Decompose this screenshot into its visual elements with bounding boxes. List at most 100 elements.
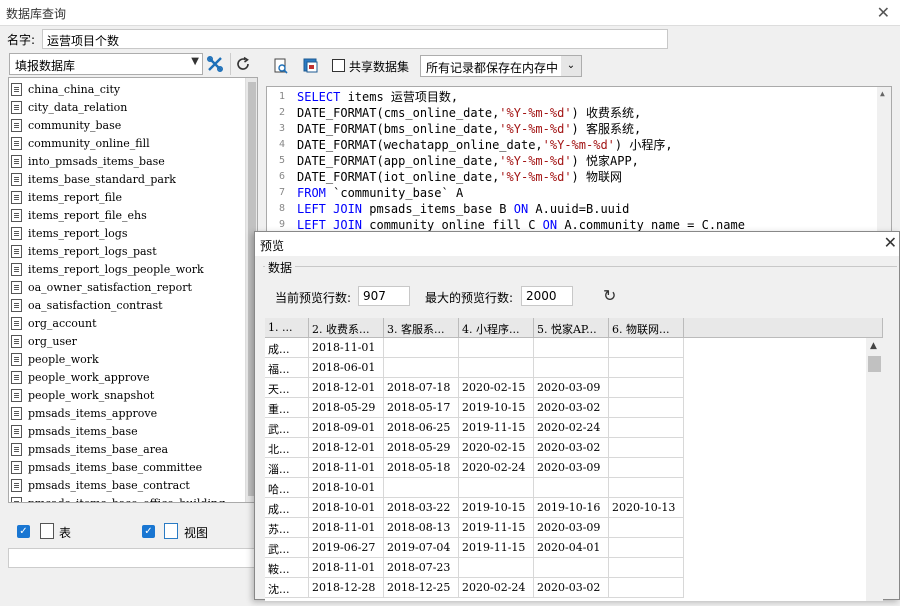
preview-title-bar: 预览 ✕ (255, 232, 899, 256)
current-rows-input[interactable]: 907 (358, 286, 410, 306)
close-icon[interactable]: ✕ (877, 3, 890, 22)
sql-text: ) 物联网 (571, 170, 622, 184)
grid-cell (534, 338, 609, 358)
name-input[interactable]: 运营项目个数 (42, 29, 668, 49)
table-icon (11, 352, 22, 366)
grid-cell: 淄... (265, 458, 309, 478)
object-type-filters: ✓ 表 ✓ 视图 (8, 517, 258, 547)
filter-input[interactable] (8, 548, 258, 568)
table-name: items_report_file_ehs (28, 208, 147, 222)
table-list-item[interactable]: pmsads_items_base_committee (11, 458, 245, 476)
parameter-icon[interactable] (300, 55, 322, 77)
table-list-item[interactable]: items_report_logs (11, 224, 245, 242)
sql-text: DATE_FORMAT(iot_online_date, (297, 170, 500, 184)
grid-cell: 沈... (265, 578, 309, 598)
grid-scrollbar[interactable]: ▲ (866, 338, 883, 601)
table-list-item[interactable]: community_online_fill (11, 134, 245, 152)
table-list-item[interactable]: community_base (11, 116, 245, 134)
line-number: 7 (278, 187, 285, 198)
grid-cell (609, 358, 684, 378)
chevron-down-icon: ⌄ (561, 56, 581, 76)
table-list-item[interactable]: pmsads_items_base (11, 422, 245, 440)
grid-cell: 2020-03-02 (534, 578, 609, 598)
sql-text: ) 小程序, (614, 138, 673, 152)
sql-text: ) 收费系统, (571, 106, 642, 120)
table-list-item[interactable]: pmsads_items_base_contract (11, 476, 245, 494)
grid-cell: 2020-02-15 (459, 378, 534, 398)
header-filler (684, 318, 883, 338)
table-list-item[interactable]: people_work_approve (11, 368, 245, 386)
table-name: people_work_snapshot (28, 388, 155, 402)
grid-cell: 2019-10-15 (459, 498, 534, 518)
sql-code: DATE_FORMAT(wechatapp_online_date,'%Y-%m… (297, 137, 673, 153)
table-list-item[interactable]: pmsads_items_approve (11, 404, 245, 422)
preview-icon[interactable] (270, 55, 292, 77)
table-name: city_data_relation (28, 100, 128, 114)
grid-cell: 2018-05-29 (384, 438, 459, 458)
table-list-item[interactable]: items_report_file_ehs (11, 206, 245, 224)
column-header[interactable]: 6. 物联网... (609, 318, 684, 338)
tables-checkbox[interactable]: ✓ (17, 525, 30, 538)
table-list-item[interactable]: items_report_logs_past (11, 242, 245, 260)
column-header[interactable]: 4. 小程序... (459, 318, 534, 338)
grid-cell: 2018-12-01 (309, 378, 384, 398)
table-icon (11, 262, 22, 276)
title-bar: 数据库查询 ✕ (0, 0, 900, 26)
refresh-icon[interactable]: ↻ (603, 286, 616, 305)
table-list-item[interactable]: city_data_relation (11, 98, 245, 116)
editor-scrollbar[interactable]: ▲ (877, 87, 891, 235)
table-name: pmsads_items_base_contract (28, 478, 190, 492)
preview-dialog: 预览 ✕ 数据 当前预览行数: 907 最大的预览行数: 2000 ↻ ▲ 1.… (254, 231, 900, 601)
sql-code: SELECT items 运营项目数, (297, 89, 458, 105)
grid-cell (609, 418, 684, 438)
column-header[interactable]: 1. ... (265, 318, 309, 338)
scrollbar-thumb[interactable] (868, 356, 881, 372)
table-list-item[interactable]: items_base_standard_park (11, 170, 245, 188)
name-row: 名字: 运营项目个数 (0, 26, 900, 52)
sql-code: DATE_FORMAT(app_online_date,'%Y-%m-%d') … (297, 153, 639, 169)
grid-cell (384, 358, 459, 378)
tools-icon[interactable] (203, 53, 227, 75)
table-icon (11, 100, 22, 114)
sql-text: A.community_name = C.name (557, 218, 745, 232)
sql-keyword: FROM (297, 186, 326, 200)
grid-cell (609, 338, 684, 358)
views-checkbox[interactable]: ✓ (142, 525, 155, 538)
table-list-item[interactable]: into_pmsads_items_base (11, 152, 245, 170)
table-list-item[interactable]: oa_owner_satisfaction_report (11, 278, 245, 296)
table-list-item[interactable]: pmsads_items_base_area (11, 440, 245, 458)
sql-editor[interactable]: ▲ 1 SELECT items 运营项目数, 2 DATE_FORMAT(cms_o… (266, 86, 892, 236)
grid-cell: 2019-11-15 (459, 538, 534, 558)
close-icon[interactable]: ✕ (884, 233, 897, 252)
column-header[interactable]: 5. 悦家AP... (534, 318, 609, 338)
scroll-up-icon[interactable]: ▲ (880, 89, 885, 98)
table-icon (11, 154, 22, 168)
datasource-select[interactable]: 填报数据库 ▼ (9, 53, 203, 75)
table-list-item[interactable]: org_user (11, 332, 245, 350)
table-list-item[interactable]: oa_satisfaction_contrast (11, 296, 245, 314)
column-header[interactable]: 3. 客服系... (384, 318, 459, 338)
memory-mode-select[interactable]: 所有记录都保存在内存中 ⌄ (420, 55, 582, 77)
table-list-item[interactable]: items_report_logs_people_work (11, 260, 245, 278)
scroll-up-icon[interactable]: ▲ (870, 341, 877, 351)
share-dataset-checkbox[interactable] (332, 59, 345, 72)
grid-cell: 福... (265, 358, 309, 378)
refresh-icon[interactable] (230, 53, 254, 75)
table-list-item[interactable]: pmsads_items_base_office_building (11, 494, 245, 502)
table-list-item[interactable]: org_account (11, 314, 245, 332)
max-rows-input[interactable]: 2000 (521, 286, 573, 306)
table-list-item[interactable]: china_china_city (11, 80, 245, 98)
column-header[interactable]: 2. 收费系... (309, 318, 384, 338)
table-name: org_account (28, 316, 97, 330)
table-list-item[interactable]: people_work (11, 350, 245, 368)
table-list-item[interactable]: people_work_snapshot (11, 386, 245, 404)
table-name: china_china_city (28, 82, 121, 96)
grid-cell: 2020-03-02 (534, 438, 609, 458)
grid-cell: 成... (265, 338, 309, 358)
table-list-item[interactable]: items_report_file (11, 188, 245, 206)
grid-cell: 2018-06-25 (384, 418, 459, 438)
grid-cell: 2018-08-13 (384, 518, 459, 538)
grid-cell: 2018-12-01 (309, 438, 384, 458)
table-icon (11, 82, 22, 96)
table-name: pmsads_items_approve (28, 406, 158, 420)
